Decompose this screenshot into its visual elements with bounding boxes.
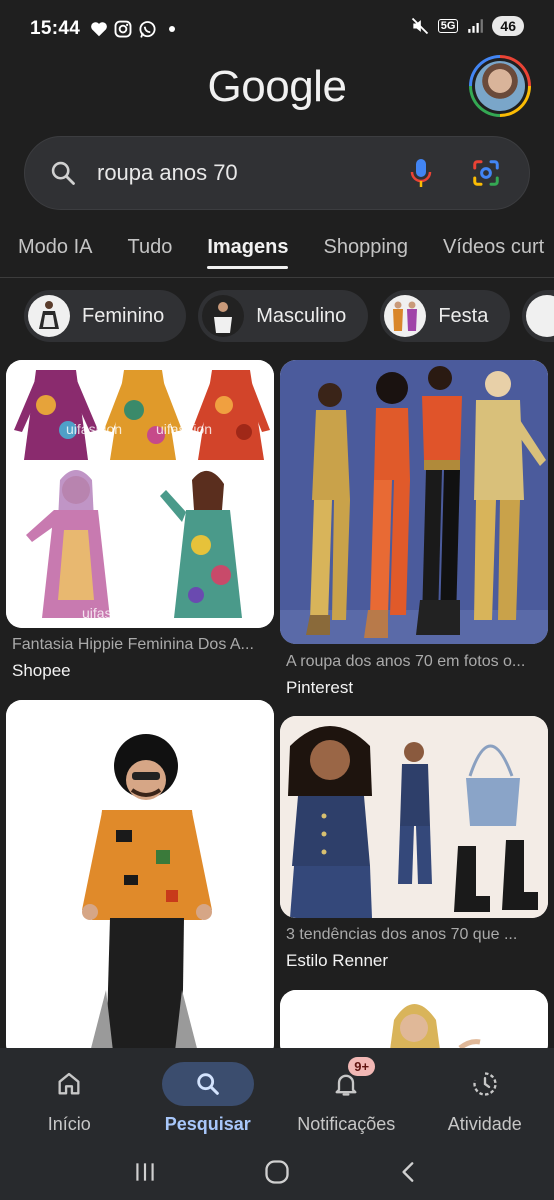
tab-shopping[interactable]: Shopping (323, 228, 408, 277)
avatar-photo (475, 61, 525, 111)
mute-icon (411, 17, 428, 35)
chip-label: Feminino (82, 304, 165, 327)
result-image (280, 360, 548, 644)
nav-label: Notificações (297, 1114, 396, 1134)
watermark-text: uifashion (82, 605, 138, 621)
recent-apps-icon[interactable] (132, 1159, 158, 1185)
search-icon (197, 1073, 219, 1095)
home-icon (58, 1072, 80, 1095)
dot-icon (169, 26, 176, 32)
chip-thumbnail (28, 295, 70, 337)
instagram-icon (114, 20, 132, 38)
account-avatar[interactable] (469, 55, 531, 117)
chip-thumbnail (384, 295, 427, 337)
result-caption[interactable]: Fantasia Hippie Feminina Dos A... (12, 636, 270, 654)
result-caption[interactable]: 3 tendências dos anos 70 que ... (286, 926, 546, 944)
watermark-text: uifashion (156, 421, 212, 437)
history-icon (473, 1072, 497, 1096)
tab-imagens[interactable]: Imagens (207, 228, 289, 277)
whatsapp-icon (139, 20, 156, 38)
watermark-text: uifashion (66, 421, 122, 437)
search-bar[interactable]: roupa anos 70 (24, 136, 530, 210)
chip-label: Masculino (256, 304, 347, 327)
nav-label: Início (47, 1114, 91, 1134)
status-bar: 15:44 5G 46 (0, 0, 554, 58)
tab-videos-curtos[interactable]: Vídeos curt (443, 228, 544, 277)
status-time: 15:44 (30, 18, 81, 39)
search-icon (51, 161, 75, 185)
chip-thumbnail (202, 295, 245, 337)
filter-chips: Feminino Masculino Festa (24, 290, 554, 342)
bottom-navigation: Início Pesquisar 9+ Notificações Ativida… (0, 1048, 554, 1143)
result-source[interactable]: Pinterest (286, 678, 353, 698)
image-result-3[interactable] (6, 700, 274, 1060)
home-button-icon[interactable] (263, 1158, 291, 1186)
chip-label: Festa (438, 304, 489, 327)
nav-label: Atividade (447, 1114, 522, 1134)
google-lens-icon[interactable] (471, 158, 501, 188)
network-label: 5G (437, 19, 459, 33)
nav-pesquisar[interactable]: Pesquisar (139, 1048, 278, 1143)
chip-masculino[interactable]: Masculino (198, 290, 369, 342)
result-image (6, 700, 274, 1060)
signal-icon (468, 19, 484, 33)
notification-badge: 9+ (348, 1057, 376, 1076)
nav-inicio[interactable]: Início (0, 1048, 139, 1143)
battery-indicator: 46 (492, 16, 524, 36)
tab-modo-ia[interactable]: Modo IA (18, 228, 92, 277)
result-source[interactable]: Estilo Renner (286, 951, 388, 971)
search-tabs: Modo IA Tudo Imagens Shopping Vídeos cur… (0, 228, 554, 278)
result-source[interactable]: Shopee (12, 661, 71, 681)
nav-label: Pesquisar (164, 1114, 251, 1134)
chip-thumbnail (526, 295, 554, 337)
image-result-1[interactable]: uifashion uifashion uifashion uifashion (6, 360, 274, 628)
result-caption[interactable]: A roupa dos anos 70 em fotos o... (286, 653, 546, 671)
chip-more[interactable] (522, 290, 554, 342)
result-image: uifashion uifashion uifashion uifashion (6, 360, 274, 628)
image-result-4[interactable] (280, 716, 548, 918)
nav-notificacoes[interactable]: 9+ Notificações (277, 1048, 416, 1143)
chip-feminino[interactable]: Feminino (24, 290, 187, 342)
system-navigation-bar (0, 1143, 554, 1200)
result-image (280, 716, 548, 918)
search-input[interactable]: roupa anos 70 (97, 160, 409, 186)
nav-atividade[interactable]: Atividade (416, 1048, 554, 1143)
back-icon[interactable] (396, 1159, 422, 1185)
image-result-2[interactable] (280, 360, 548, 644)
microphone-icon[interactable] (409, 157, 433, 189)
heart-icon (91, 22, 107, 37)
tab-tudo[interactable]: Tudo (127, 228, 172, 277)
watermark-text: uifashion (114, 525, 170, 541)
chip-festa[interactable]: Festa (380, 290, 511, 342)
